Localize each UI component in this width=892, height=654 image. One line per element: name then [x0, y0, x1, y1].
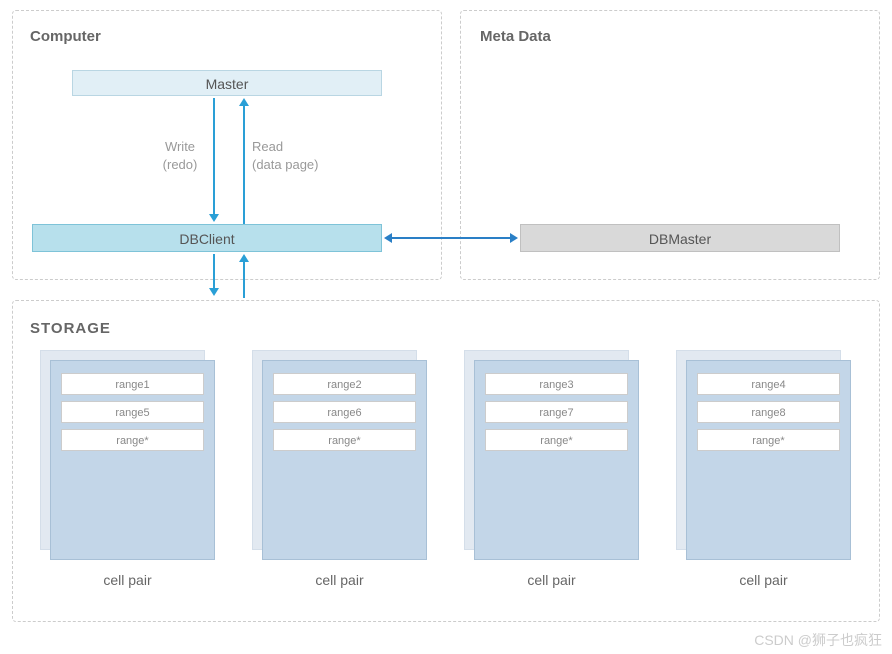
down-arrow-line [213, 254, 215, 290]
read-text-line1: Read [252, 139, 283, 154]
dbclient-box: DBClient [32, 224, 382, 252]
range-box: range7 [485, 401, 628, 423]
write-text-line1: Write [165, 139, 195, 154]
write-text-line2: (redo) [163, 157, 198, 172]
read-text-line2: (data page) [252, 157, 319, 172]
up-arrow-head [239, 254, 249, 262]
master-label: Master [206, 76, 249, 92]
master-box: Master [72, 70, 382, 96]
dbmaster-label: DBMaster [649, 231, 711, 247]
range-box: range* [273, 429, 416, 451]
write-label: Write (redo) [150, 138, 210, 174]
down-arrow-head [209, 288, 219, 296]
read-arrow-line [243, 106, 245, 224]
range-box: range2 [273, 373, 416, 395]
meta-title: Meta Data [480, 28, 551, 45]
cell-label: cell pair [252, 572, 427, 588]
dbclient-label: DBClient [179, 231, 234, 247]
cell-label: cell pair [40, 572, 215, 588]
horiz-arrow-line [392, 237, 510, 239]
range-box: range* [697, 429, 840, 451]
range-box: range1 [61, 373, 204, 395]
storage-title: STORAGE [30, 320, 111, 337]
range-box: range6 [273, 401, 416, 423]
horiz-arrow-left [384, 233, 392, 243]
range-box: range4 [697, 373, 840, 395]
horiz-arrow-right [510, 233, 518, 243]
range-box: range* [485, 429, 628, 451]
write-arrow-head [209, 214, 219, 222]
cell-label: cell pair [464, 572, 639, 588]
write-arrow-line [213, 98, 215, 216]
dbmaster-box: DBMaster [520, 224, 840, 252]
range-box: range* [61, 429, 204, 451]
cell-label: cell pair [676, 572, 851, 588]
cell-front: range3 range7 range* [474, 360, 639, 560]
cell-front: range4 range8 range* [686, 360, 851, 560]
range-box: range5 [61, 401, 204, 423]
read-label: Read (data page) [252, 138, 342, 174]
watermark: CSDN @狮子也疯狂 [754, 630, 882, 650]
up-arrow-line [243, 262, 245, 298]
cell-front: range1 range5 range* [50, 360, 215, 560]
range-box: range8 [697, 401, 840, 423]
cell-front: range2 range6 range* [262, 360, 427, 560]
range-box: range3 [485, 373, 628, 395]
computer-title: Computer [30, 28, 101, 45]
read-arrow-head [239, 98, 249, 106]
